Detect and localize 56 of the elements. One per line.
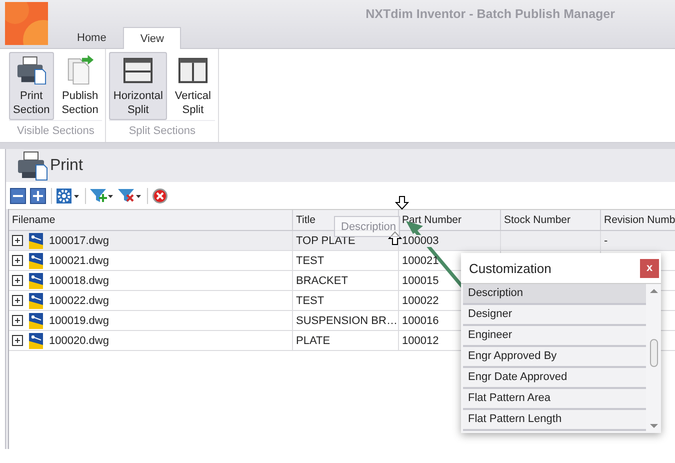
table-cell: 100022 xyxy=(402,294,439,306)
table-cell: 100022.dwg xyxy=(49,294,109,306)
column-header[interactable]: Part Number xyxy=(402,214,462,226)
table-cell: SUSPENSION BR… xyxy=(296,314,398,326)
collapse-icon[interactable] xyxy=(10,188,26,204)
filter-add-icon[interactable] xyxy=(90,188,114,204)
field-list-item[interactable]: Description xyxy=(463,284,646,305)
group-label: Split Sections xyxy=(109,120,215,142)
window-title: NXTdim Inventor - Batch Publish Manager xyxy=(366,6,615,20)
table-cell: 100016 xyxy=(402,314,439,326)
file-icon xyxy=(29,292,43,308)
drop-up-arrow-icon xyxy=(388,231,402,245)
file-icon xyxy=(29,312,43,328)
ribbon-button[interactable]: Publish Section xyxy=(58,52,102,120)
horizontal-split-icon xyxy=(122,55,154,86)
table-cell: TEST xyxy=(296,254,324,266)
table-cell: BRACKET xyxy=(296,274,348,286)
expand-icon[interactable] xyxy=(12,255,23,266)
ribbon-button[interactable]: Print Section xyxy=(9,52,54,120)
table-cell: - xyxy=(604,234,608,246)
expand-icon[interactable] xyxy=(12,315,23,326)
file-icon xyxy=(29,272,43,288)
cancel-icon[interactable] xyxy=(152,188,168,204)
ribbon-tab[interactable]: View xyxy=(123,27,181,49)
printer-icon xyxy=(15,55,48,86)
table-cell: 100015 xyxy=(402,274,439,286)
group-label: Visible Sections xyxy=(9,120,102,142)
file-icon xyxy=(29,332,43,348)
filter-remove-icon[interactable] xyxy=(118,188,148,204)
column-header[interactable]: Revision Numb xyxy=(604,214,675,226)
table-cell: 100018.dwg xyxy=(49,274,109,286)
ribbon-button[interactable]: Horizontal Split xyxy=(109,52,167,120)
table-cell: 100021.dwg xyxy=(49,254,109,266)
table-cell: 100003 xyxy=(402,234,439,246)
ribbon-button[interactable]: Vertical Split xyxy=(170,52,215,120)
file-icon xyxy=(29,232,43,248)
expand-icon[interactable] xyxy=(12,235,23,246)
table-cell: 100019.dwg xyxy=(49,314,109,326)
table-cell: TEST xyxy=(296,294,324,306)
column-header[interactable]: Filename xyxy=(12,214,56,226)
close-button[interactable]: x xyxy=(640,258,659,278)
settings-icon[interactable] xyxy=(56,188,86,204)
expand-icon[interactable] xyxy=(12,335,23,346)
panel-title: Print xyxy=(50,156,83,174)
vertical-split-icon xyxy=(176,55,209,86)
table-cell: 100012 xyxy=(402,334,439,346)
ribbon-tab[interactable]: Home xyxy=(60,27,124,48)
table-cell: 100021 xyxy=(402,254,439,266)
table-cell: 100020.dwg xyxy=(49,334,109,346)
table-cell: 100017.dwg xyxy=(49,234,109,246)
table-cell: PLATE xyxy=(296,334,330,346)
file-icon xyxy=(29,252,43,268)
column-header[interactable]: Stock Number xyxy=(504,214,571,226)
expand-icon[interactable] xyxy=(12,295,23,306)
expand-icon[interactable] xyxy=(12,275,23,286)
column-header[interactable]: Title xyxy=(296,214,316,226)
